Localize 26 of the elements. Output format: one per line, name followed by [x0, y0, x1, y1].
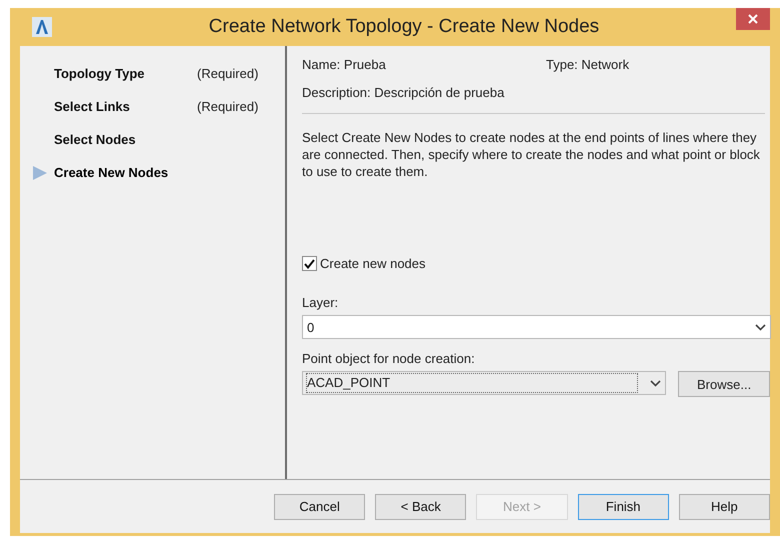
point-object-label: Point object for node creation:	[302, 351, 475, 366]
browse-button[interactable]: Browse...	[678, 371, 770, 397]
step-note: (Required)	[197, 66, 258, 81]
app-logo-icon	[32, 17, 52, 37]
dialog-button[interactable]: < Back	[375, 494, 466, 520]
layer-label: Layer:	[302, 295, 338, 310]
name-text: Name: Prueba	[302, 57, 387, 72]
step-link[interactable]: Select Links	[54, 99, 197, 114]
close-icon	[748, 14, 758, 24]
description-text: Description: Descripción de prueba	[302, 85, 504, 100]
dialog-button[interactable]: Finish	[578, 494, 669, 520]
point-object-dropdown[interactable]: ACAD_POINT	[302, 371, 666, 395]
close-button[interactable]	[736, 8, 770, 30]
layer-dropdown[interactable]: 0	[302, 315, 771, 339]
window-title: Create Network Topology - Create New Nodes	[208, 16, 600, 38]
instructions-text: Select Create New Nodes to create nodes at the end points of lines where they are connected. Then, specify where to create the nodes and what point or block to use to create them.	[302, 129, 761, 180]
step-note: (Required)	[197, 99, 258, 114]
step-link[interactable]: Create New Nodes	[54, 165, 197, 180]
step-link[interactable]: Select Nodes	[54, 132, 197, 147]
step-link[interactable]: Topology Type	[54, 66, 197, 81]
check-icon	[304, 258, 315, 268]
dialog-button[interactable]: Cancel	[274, 494, 366, 520]
checkbox-label[interactable]: Create new nodes	[320, 256, 426, 271]
dialog-button[interactable]: Help	[678, 494, 770, 520]
type-text: Type: Network	[546, 57, 630, 72]
checkbox[interactable]	[302, 256, 317, 271]
